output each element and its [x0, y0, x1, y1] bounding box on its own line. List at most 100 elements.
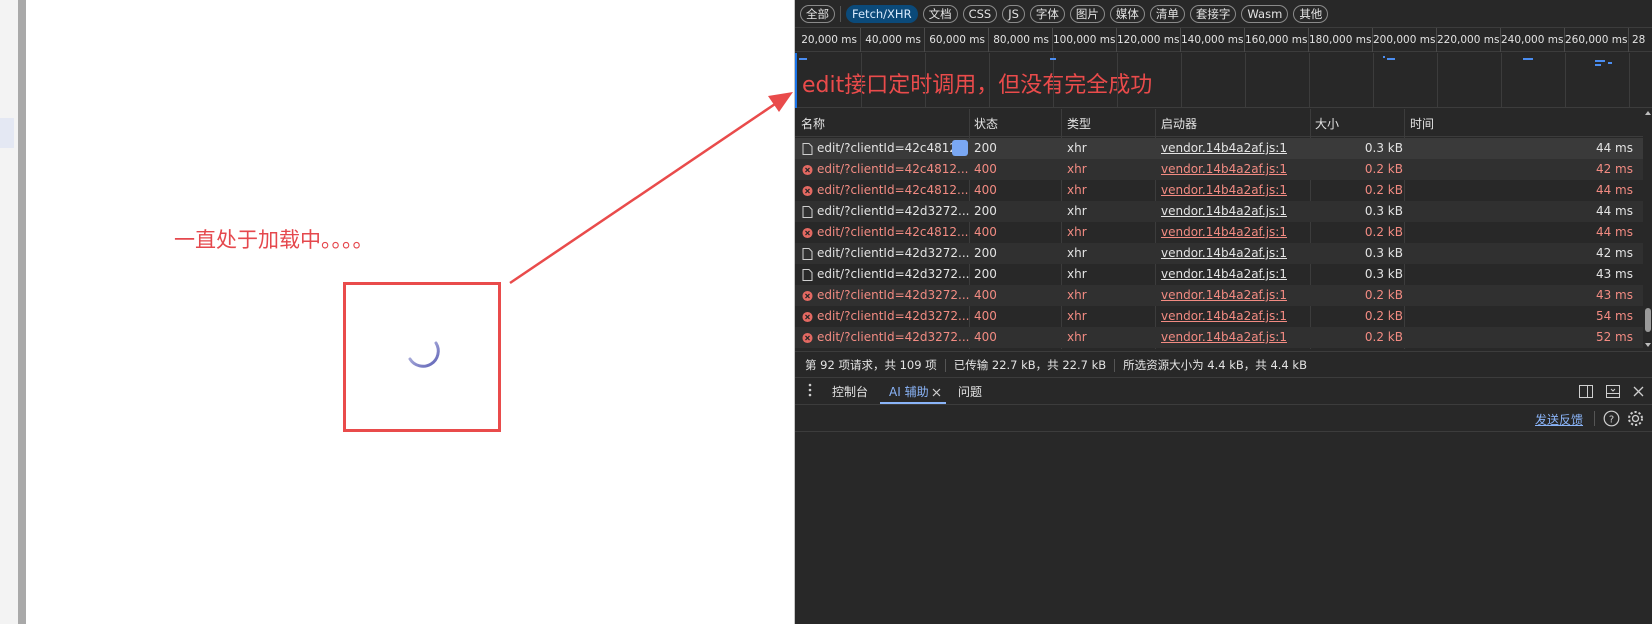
request-table-body: edit/?clientId=42c4812 200 xhr vendor.14b4a… [795, 138, 1643, 348]
filter-chip[interactable]: 清单 [1149, 5, 1185, 23]
timeline-tick: 260,000 ms [1565, 28, 1629, 52]
filter-chip[interactable]: 字体 [1029, 5, 1065, 23]
network-filter-bar: 全部 Fetch/XHR 文档 CSS JS 字体 图片 媒体 清单 套接字 Wasm 其他 [795, 0, 1652, 28]
request-initiator-link[interactable]: vendor.14b4a2af.js:1 [1161, 138, 1301, 159]
overview-range-handle[interactable] [795, 53, 797, 108]
overview-gridline [1501, 53, 1502, 108]
request-time: 43 ms [1595, 288, 1633, 302]
table-row[interactable]: edit/?clientId=42d3272... 200 xhr vendor.14… [795, 201, 1643, 222]
page-side-tab[interactable] [0, 118, 14, 148]
request-size: 0.3 kB [1364, 267, 1403, 281]
request-time: 52 ms [1595, 330, 1633, 344]
request-initiator-link[interactable]: vendor.14b4a2af.js:1 [1161, 180, 1301, 201]
request-name[interactable]: edit/?clientId=42c4812... [817, 180, 969, 201]
request-time: 42 ms [1595, 246, 1633, 260]
request-status: 400 [974, 183, 997, 197]
tab-console[interactable]: 控制台 [832, 383, 868, 400]
tab-ai-assistance[interactable]: AI 辅助 [889, 383, 929, 400]
request-status: 200 [974, 246, 997, 260]
table-row[interactable]: edit/?clientId=42c4812... 400 xhr vendor.14… [795, 222, 1643, 243]
request-name[interactable]: edit/?clientId=42d3272... [817, 243, 969, 264]
filter-chip[interactable]: Fetch/XHR [846, 5, 918, 23]
request-type: xhr [1067, 330, 1087, 344]
request-name[interactable]: edit/?clientId=42c4812 [817, 138, 969, 159]
settings-gear-icon[interactable] [1627, 410, 1644, 427]
web-page: 一直处于加载中。。。。 [0, 0, 794, 624]
request-type: xhr [1067, 204, 1087, 218]
dock-bottom-icon[interactable] [1606, 385, 1620, 398]
timeline-tick: 120,000 ms [1117, 28, 1181, 52]
page-scrollbar[interactable] [18, 0, 26, 624]
timeline-tick: 20,000 ms [797, 28, 861, 52]
column-type[interactable]: 类型 [1067, 115, 1091, 132]
filter-separator [840, 6, 841, 22]
active-tab-indicator [880, 402, 946, 404]
overview-request-mark [1595, 64, 1601, 66]
request-name[interactable]: edit/?clientId=42d3272... [817, 306, 969, 327]
request-status: 400 [974, 225, 997, 239]
request-size: 0.2 kB [1364, 330, 1403, 344]
close-tab-icon[interactable] [932, 388, 941, 397]
request-initiator-link[interactable]: vendor.14b4a2af.js:1 [1161, 159, 1301, 180]
table-row[interactable]: edit/?clientId=42c4812... 400 xhr vendor.14… [795, 180, 1643, 201]
dock-side-icon[interactable] [1579, 385, 1593, 398]
filter-chip[interactable]: 媒体 [1109, 5, 1145, 23]
request-size: 0.3 kB [1364, 246, 1403, 260]
table-row[interactable]: edit/?clientId=42c4812 200 xhr vendor.14b4a… [795, 138, 1643, 159]
timeline-tick: 80,000 ms [989, 28, 1053, 52]
request-size: 0.2 kB [1364, 162, 1403, 176]
request-name[interactable]: edit/?clientId=42d3272... [817, 285, 969, 306]
request-initiator-link[interactable]: vendor.14b4a2af.js:1 [1161, 201, 1301, 222]
request-initiator-link[interactable]: vendor.14b4a2af.js:1 [1161, 264, 1301, 285]
request-initiator-link[interactable]: vendor.14b4a2af.js:1 [1161, 306, 1301, 327]
request-size: 0.2 kB [1364, 225, 1403, 239]
send-feedback-link[interactable]: 发送反馈 [1535, 411, 1583, 428]
column-name[interactable]: 名称 [801, 115, 825, 132]
filter-chip[interactable]: 其他 [1293, 5, 1329, 23]
close-drawer-icon[interactable] [1633, 386, 1644, 397]
overview-gridline [861, 53, 862, 108]
request-name[interactable]: edit/?clientId=42d3272... [817, 327, 969, 348]
filter-chip[interactable]: 文档 [922, 5, 958, 23]
table-row[interactable]: edit/?clientId=42d3272... 200 xhr vendor.14… [795, 243, 1643, 264]
table-row[interactable]: edit/?clientId=42d3272... 400 xhr vendor.14… [795, 306, 1643, 327]
summary-transferred: 已传输 22.7 kB，共 22.7 kB [953, 358, 1107, 372]
tab-issues[interactable]: 问题 [958, 383, 982, 400]
timeline-tick: 200,000 ms [1373, 28, 1437, 52]
svg-text:?: ? [1609, 415, 1614, 426]
column-size[interactable]: 大小 [1315, 115, 1339, 132]
request-name[interactable]: edit/?clientId=42c4812... [817, 222, 969, 243]
request-initiator-link[interactable]: vendor.14b4a2af.js:1 [1161, 222, 1301, 243]
timeline-overview[interactable]: edit接口定时调用，但没有完全成功 [795, 53, 1652, 108]
table-row[interactable]: edit/?clientId=42c4812... 400 xhr vendor.14… [795, 159, 1643, 180]
request-type: xhr [1067, 183, 1087, 197]
help-icon[interactable]: ? [1603, 410, 1620, 427]
table-row[interactable]: edit/?clientId=42d3272... 400 xhr vendor.14… [795, 327, 1643, 348]
request-name[interactable]: edit/?clientId=42d3272... [817, 264, 969, 285]
request-size: 0.3 kB [1364, 141, 1403, 155]
request-initiator-link[interactable]: vendor.14b4a2af.js:1 [1161, 285, 1301, 306]
table-scroll-thumb[interactable] [1645, 308, 1651, 332]
loading-highlight-box [343, 282, 501, 432]
filter-chip[interactable]: 套接字 [1189, 5, 1237, 23]
column-initiator[interactable]: 启动器 [1161, 115, 1197, 132]
request-name[interactable]: edit/?clientId=42c4812... [817, 159, 969, 180]
table-row[interactable]: edit/?clientId=42d3272... 200 xhr vendor.14… [795, 264, 1643, 285]
filter-chip[interactable]: 全部 [800, 5, 835, 23]
more-options-icon[interactable] [808, 383, 812, 397]
request-initiator-link[interactable]: vendor.14b4a2af.js:1 [1161, 243, 1301, 264]
copy-url-icon[interactable] [952, 140, 968, 156]
table-row[interactable]: edit/?clientId=42d3272... 400 xhr vendor.14… [795, 285, 1643, 306]
overview-gridline [1373, 53, 1374, 108]
request-initiator-link[interactable]: vendor.14b4a2af.js:1 [1161, 327, 1301, 348]
column-status[interactable]: 状态 [974, 115, 998, 132]
column-time[interactable]: 时间 [1410, 115, 1434, 132]
request-status: 400 [974, 288, 997, 302]
error-icon [802, 227, 813, 239]
filter-chip[interactable]: CSS [962, 5, 998, 23]
filter-chip[interactable]: 图片 [1069, 5, 1105, 23]
devtools-panel: 全部 Fetch/XHR 文档 CSS JS 字体 图片 媒体 清单 套接字 Wasm 其他 20,0… [795, 0, 1652, 624]
filter-chip[interactable]: Wasm [1241, 5, 1289, 23]
request-name[interactable]: edit/?clientId=42d3272... [817, 201, 969, 222]
filter-chip[interactable]: JS [1002, 5, 1025, 23]
